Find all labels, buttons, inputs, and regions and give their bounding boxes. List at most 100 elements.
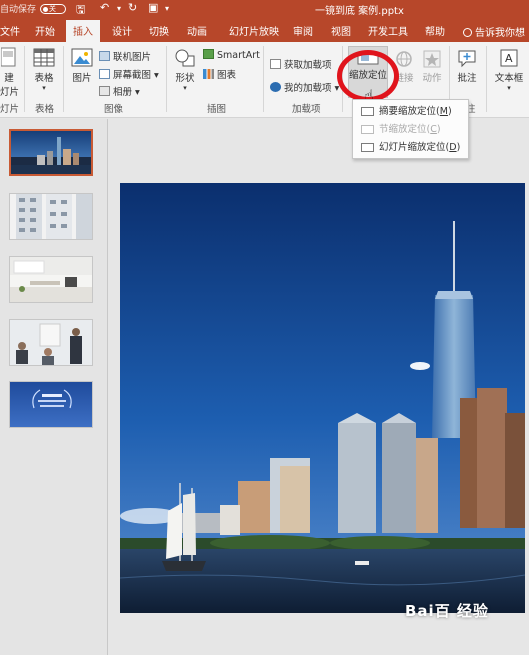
slide-thumbnail-5[interactable] xyxy=(9,381,93,428)
summary-zoom-label: 摘要缩放定位 xyxy=(379,106,437,117)
action-label: 动作 xyxy=(422,73,442,84)
smartart-button[interactable]: SmartArt xyxy=(203,49,260,61)
building-facade-image xyxy=(16,194,92,239)
section-zoom-label: 节缩放定位 xyxy=(379,124,427,135)
my-addins-label: 我的加载项 xyxy=(284,83,332,94)
photo-album-label: 相册 xyxy=(113,87,133,98)
present-from-start-icon[interactable]: ▣ xyxy=(148,1,158,14)
textbox-icon: A xyxy=(500,49,518,67)
tab-home[interactable]: 开始 xyxy=(35,23,55,38)
addins-group-label: 加载项 xyxy=(292,104,321,115)
summary-zoom-key: M xyxy=(439,106,448,117)
photo-album-button[interactable]: 相册 ▾ xyxy=(99,84,140,98)
slide-zoom-label: 幻灯片缩放定位 xyxy=(379,142,446,153)
shapes-icon xyxy=(175,49,195,67)
svg-text:A: A xyxy=(505,52,513,65)
star-action-icon xyxy=(423,50,441,68)
table-group-label: 表格 xyxy=(35,104,55,115)
table-button[interactable]: 表格 ▾ xyxy=(30,48,58,92)
tab-slideshow[interactable]: 幻灯片放映 xyxy=(229,23,279,38)
group-separator xyxy=(63,46,64,112)
baidu-jingyan-watermark: Bai百 经验 xyxy=(405,602,489,620)
slide-thumbnail-3[interactable] xyxy=(9,256,93,303)
city-skyline-photo xyxy=(120,183,525,613)
chart-icon xyxy=(203,69,214,79)
new-slide-label-1: 建 xyxy=(4,73,14,84)
online-pictures-icon xyxy=(99,51,110,61)
images-group-label: 图像 xyxy=(104,104,124,115)
group-separator xyxy=(486,46,487,112)
slide-thumbnail-2[interactable] xyxy=(9,193,93,240)
tab-design[interactable]: 设计 xyxy=(112,23,132,38)
tell-me-search[interactable]: 告诉我你想 xyxy=(463,24,525,39)
tab-transitions[interactable]: 切换 xyxy=(149,23,169,38)
group-separator xyxy=(24,46,25,112)
shapes-dropdown-icon: ▾ xyxy=(183,84,187,92)
my-addins-icon xyxy=(270,82,281,92)
illustrations-group-label: 插图 xyxy=(207,104,227,115)
get-addins-label: 获取加载项 xyxy=(284,60,332,71)
lightbulb-icon xyxy=(463,28,472,37)
shapes-button[interactable]: 形状 ▾ xyxy=(172,48,198,92)
undo-dropdown-icon[interactable]: ▾ xyxy=(117,4,121,13)
new-slide-button[interactable]: 建 灯片 xyxy=(0,46,19,98)
shapes-label: 形状 xyxy=(175,73,195,84)
my-addins-button[interactable]: 我的加载项 ▾ xyxy=(270,80,339,94)
table-icon xyxy=(33,48,55,67)
office-interior-image xyxy=(10,257,92,302)
online-pictures-button[interactable]: 联机图片 xyxy=(99,49,151,63)
action-button[interactable]: 动作 xyxy=(420,50,444,84)
summary-zoom-item[interactable]: 摘要缩放定位(M) xyxy=(355,103,467,120)
screenshot-label: 屏幕截图 xyxy=(113,70,152,81)
picture-icon xyxy=(71,48,93,67)
section-zoom-item[interactable]: 节缩放定位(C) xyxy=(355,121,467,138)
title-bar: 自动保存 关 🖫 ↶ ▾ ↻ ▣ ▾ 一镜到底 案例.pptx xyxy=(0,0,529,18)
redo-icon[interactable]: ↻ xyxy=(128,1,137,14)
textbox-label: 文本框 xyxy=(494,73,524,84)
slide-zoom-key: D xyxy=(449,142,457,153)
table-dropdown-icon: ▾ xyxy=(42,84,46,92)
tab-developer[interactable]: 开发工具 xyxy=(368,23,408,38)
online-pictures-label: 联机图片 xyxy=(113,52,152,63)
comment-button[interactable]: 批注 xyxy=(455,48,479,84)
slide-thumbnail-4[interactable] xyxy=(9,319,93,366)
tab-review[interactable]: 审阅 xyxy=(293,23,313,38)
textbox-button[interactable]: A 文本框 ▾ xyxy=(492,48,526,92)
tab-animations[interactable]: 动画 xyxy=(187,23,207,38)
textbox-dropdown-icon: ▾ xyxy=(507,84,511,92)
slides-group-label: 灯片 xyxy=(0,104,20,115)
summary-zoom-icon xyxy=(361,107,374,116)
slide-thumbnail-panel xyxy=(0,119,108,655)
picture-button[interactable]: 图片 xyxy=(68,48,96,84)
group-separator xyxy=(263,46,264,112)
tab-help[interactable]: 帮助 xyxy=(425,23,445,38)
business-people-image xyxy=(10,320,92,365)
tab-insert[interactable]: 插入 xyxy=(66,20,100,42)
customize-qa-icon[interactable]: ▾ xyxy=(165,4,169,13)
tab-file[interactable]: 文件 xyxy=(0,23,20,38)
screenshot-icon xyxy=(99,69,110,79)
document-title: 一镜到底 案例.pptx xyxy=(315,6,404,17)
slide-zoom-item[interactable]: 幻灯片缩放定位(D) xyxy=(355,139,467,156)
city-skyline-image xyxy=(11,137,91,174)
slide-zoom-icon xyxy=(361,143,374,152)
tab-view[interactable]: 视图 xyxy=(331,23,351,38)
globe-link-icon xyxy=(396,51,412,67)
table-label: 表格 xyxy=(34,73,54,84)
photo-album-icon xyxy=(99,86,110,96)
blue-award-image xyxy=(32,389,72,409)
screenshot-button[interactable]: 屏幕截图 ▾ xyxy=(99,67,159,81)
zoom-dropdown-menu: 摘要缩放定位(M) 节缩放定位(C) 幻灯片缩放定位(D) xyxy=(352,99,469,159)
new-slide-icon xyxy=(1,47,16,67)
section-zoom-icon xyxy=(361,125,374,134)
ribbon-tabs: 文件 开始 插入 设计 切换 动画 幻灯片放映 审阅 视图 开发工具 帮助 告诉… xyxy=(0,18,529,42)
undo-icon[interactable]: ↶ xyxy=(100,1,109,14)
autosave-label: 自动保存 xyxy=(0,5,37,15)
autosave-toggle[interactable]: 关 xyxy=(40,4,66,14)
chart-label: 图表 xyxy=(217,70,237,81)
chart-button[interactable]: 图表 xyxy=(203,67,236,81)
slide-thumbnail-1[interactable] xyxy=(9,129,93,176)
picture-label: 图片 xyxy=(72,73,92,84)
get-addins-button[interactable]: 获取加载项 xyxy=(270,57,332,71)
main-slide-canvas[interactable] xyxy=(120,183,525,613)
